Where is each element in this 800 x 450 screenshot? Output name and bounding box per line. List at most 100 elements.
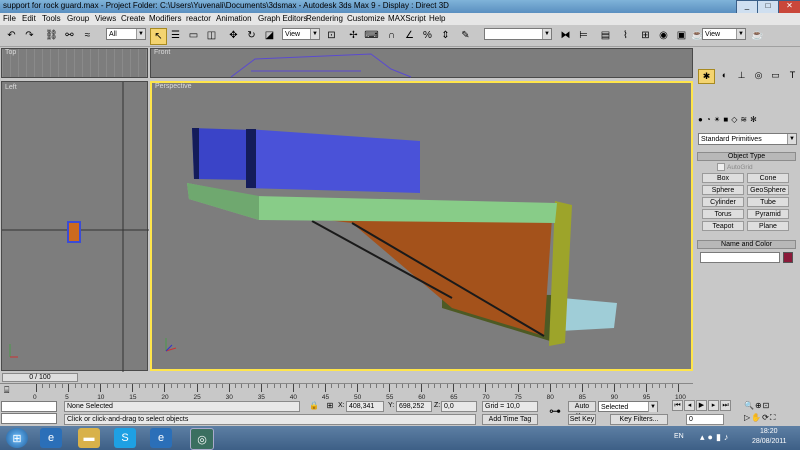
hierarchy-tab-icon[interactable]: ⊥: [734, 69, 749, 82]
cylinder-button[interactable]: Cylinder: [702, 197, 744, 207]
track-bar[interactable]: ⌸ 0 5 10 15 20 25 30 35 40 45 50 55 60 65 70 75 80 85 90 95…: [0, 383, 693, 401]
systems-icon[interactable]: ✻: [750, 115, 757, 124]
menu-edit[interactable]: Edit: [22, 14, 36, 23]
maximize-viewport-icon[interactable]: ⛶: [770, 413, 776, 423]
curve-editor-icon[interactable]: ⌇: [618, 28, 633, 43]
start-button-icon[interactable]: ⊞: [6, 428, 28, 448]
angle-snap-icon[interactable]: ∠: [402, 28, 417, 43]
menu-views[interactable]: Views: [95, 14, 116, 23]
select-by-name-icon[interactable]: ☰: [168, 28, 183, 43]
network-icon[interactable]: ▮: [716, 432, 721, 443]
keyboard-shortcut-override-icon[interactable]: ⌨: [364, 28, 379, 43]
select-and-rotate-icon[interactable]: ↻: [244, 28, 259, 43]
helpers-icon[interactable]: ◇: [731, 115, 737, 124]
menu-file[interactable]: File: [3, 14, 16, 23]
menu-group[interactable]: Group: [67, 14, 89, 23]
clock-time[interactable]: 18:20: [760, 428, 778, 435]
menu-reactor[interactable]: reactor: [186, 14, 211, 23]
menu-graph-editors[interactable]: Graph Editors: [258, 14, 307, 23]
sphere-button[interactable]: Sphere: [702, 185, 744, 195]
reference-coordinate-combo[interactable]: View ▼: [282, 28, 320, 40]
autogrid-checkbox-box[interactable]: [717, 163, 725, 171]
zoom-all-icon[interactable]: ⊕: [755, 401, 762, 410]
next-frame-icon[interactable]: ▸: [708, 400, 719, 411]
align-icon[interactable]: ⊨: [576, 28, 591, 43]
zoom-icon[interactable]: 🔍: [744, 401, 754, 410]
maximize-button[interactable]: □: [757, 0, 779, 14]
mirror-icon[interactable]: ⧓: [558, 28, 573, 43]
clock-date[interactable]: 28/08/2011: [752, 438, 787, 445]
primitive-category-combo[interactable]: Standard Primitives ▼: [698, 133, 797, 145]
schematic-view-icon[interactable]: ⊞: [638, 28, 653, 43]
skype-icon[interactable]: S: [114, 428, 136, 448]
tube-button[interactable]: Tube: [747, 197, 789, 207]
language-indicator[interactable]: EN: [674, 433, 684, 440]
create-tab-icon[interactable]: ✱: [698, 69, 715, 84]
utilities-tab-icon[interactable]: T: [785, 69, 800, 82]
object-color-swatch[interactable]: [783, 252, 793, 263]
minimize-button[interactable]: _: [736, 0, 758, 14]
arc-rotate-icon[interactable]: ⟳: [762, 413, 769, 423]
display-tab-icon[interactable]: ▭: [768, 69, 783, 82]
set-key-icon[interactable]: ⊶: [546, 402, 564, 420]
space-warps-icon[interactable]: ≋: [740, 115, 747, 124]
absolute-transform-icon[interactable]: ⊞: [324, 400, 336, 411]
menu-animation[interactable]: Animation: [216, 14, 252, 23]
select-and-move-icon[interactable]: ✥: [226, 28, 241, 43]
field-of-view-icon[interactable]: ▷: [744, 413, 750, 423]
top-viewport[interactable]: Top: [1, 48, 148, 78]
geometry-icon[interactable]: ●: [698, 115, 703, 124]
time-slider[interactable]: 0 / 100: [0, 373, 693, 383]
window-crossing-icon[interactable]: ◫: [204, 28, 219, 43]
internet-explorer-2-icon[interactable]: e: [150, 428, 172, 448]
previous-frame-icon[interactable]: ◂: [684, 400, 695, 411]
close-button[interactable]: ✕: [778, 0, 800, 14]
pivot-center-icon[interactable]: ⊡: [324, 28, 339, 43]
left-viewport[interactable]: Left: [1, 81, 149, 372]
percent-snap-icon[interactable]: %: [420, 28, 435, 43]
set-key-button[interactable]: Set Key: [568, 414, 596, 425]
menu-modifiers[interactable]: Modifiers: [149, 14, 181, 23]
3dsmax-taskbar-icon[interactable]: ◎: [190, 428, 214, 450]
render-production-icon[interactable]: ☕: [750, 28, 765, 43]
rectangular-selection-icon[interactable]: ▭: [186, 28, 201, 43]
modify-tab-icon[interactable]: ◐: [717, 69, 732, 82]
play-icon[interactable]: ▶: [696, 400, 707, 411]
maxscript-listener-input[interactable]: [1, 401, 57, 412]
torus-button[interactable]: Torus: [702, 209, 744, 219]
render-type-combo[interactable]: View ▼: [702, 28, 746, 40]
maxscript-output-field[interactable]: [1, 413, 57, 424]
spinner-snap-icon[interactable]: ⇕: [438, 28, 453, 43]
add-time-tag-button[interactable]: Add Time Tag: [482, 414, 538, 425]
object-type-rollout-header[interactable]: Object Type: [697, 152, 796, 161]
cone-button[interactable]: Cone: [747, 173, 789, 183]
box-button[interactable]: Box: [702, 173, 744, 183]
material-editor-icon[interactable]: ◉: [656, 28, 671, 43]
edit-named-selection-icon[interactable]: ✎: [458, 28, 473, 43]
perspective-viewport[interactable]: Perspective: [150, 81, 693, 371]
layer-manager-icon[interactable]: ▤: [598, 28, 613, 43]
named-selection-combo[interactable]: ▼: [484, 28, 552, 40]
snaps-toggle-icon[interactable]: ∩: [384, 28, 399, 43]
z-coord-field[interactable]: 0,0: [441, 401, 477, 412]
unlink-icon[interactable]: ⚯: [62, 28, 77, 43]
render-scene-icon[interactable]: ▣: [674, 28, 689, 43]
geosphere-button[interactable]: GeoSphere: [747, 185, 789, 195]
pan-icon[interactable]: ✋: [751, 413, 761, 423]
menu-rendering[interactable]: Rendering: [306, 14, 343, 23]
autogrid-checkbox[interactable]: AutoGrid: [717, 163, 753, 171]
key-mode-combo[interactable]: Selected ▼: [598, 401, 658, 412]
name-and-color-rollout-header[interactable]: Name and Color: [697, 240, 796, 249]
auto-key-button[interactable]: Auto Key: [568, 401, 596, 420]
current-frame-field[interactable]: 0: [686, 414, 724, 425]
select-and-manipulate-icon[interactable]: ✢: [346, 28, 361, 43]
teapot-button[interactable]: Teapot: [702, 221, 744, 231]
go-to-start-icon[interactable]: ⏮: [672, 400, 683, 411]
shapes-icon[interactable]: ◔: [706, 115, 711, 124]
menu-create[interactable]: Create: [121, 14, 145, 23]
undo-icon[interactable]: ↶: [4, 28, 19, 43]
skype-tray-icon[interactable]: ●: [708, 432, 713, 443]
lock-selection-icon[interactable]: 🔒: [308, 400, 320, 411]
menu-tools[interactable]: Tools: [42, 14, 61, 23]
internet-explorer-icon[interactable]: e: [40, 428, 62, 448]
